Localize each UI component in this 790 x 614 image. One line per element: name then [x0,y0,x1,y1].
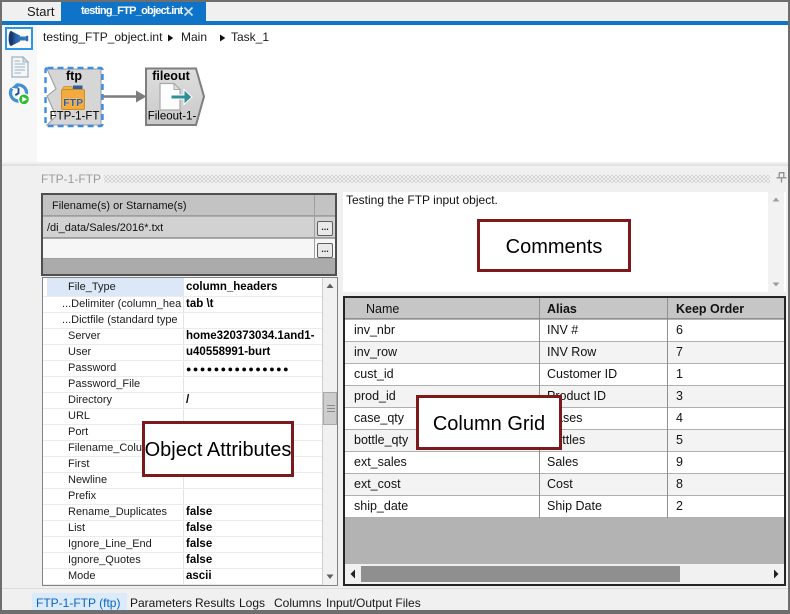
svg-text:FTP: FTP [63,97,83,109]
svg-text:FTP-1-FT: FTP-1-FT [50,111,100,123]
svg-text:fileout: fileout [152,69,190,83]
svg-text:Fileout-1-: Fileout-1- [148,111,197,123]
svg-text:ftp: ftp [66,69,82,83]
